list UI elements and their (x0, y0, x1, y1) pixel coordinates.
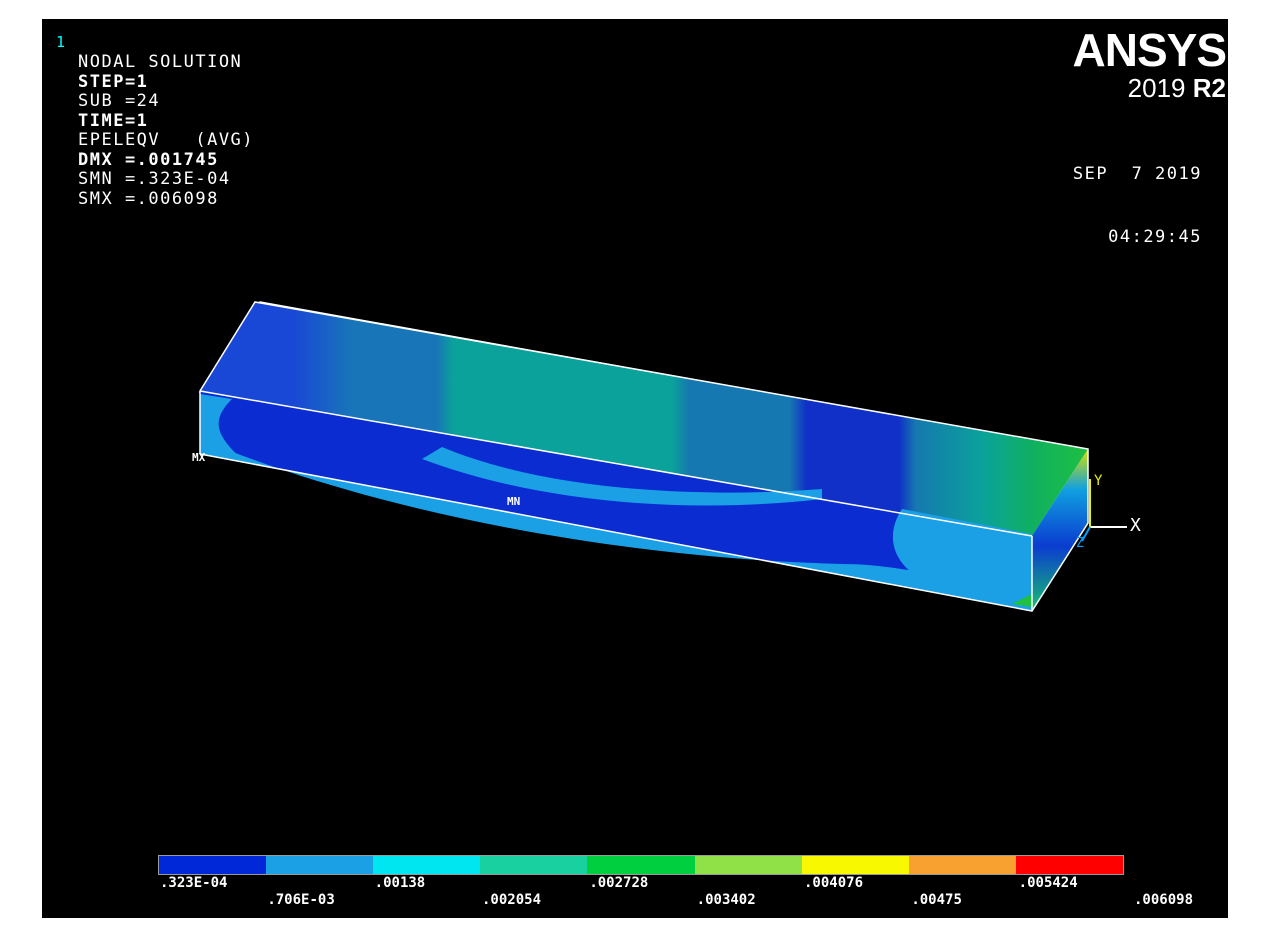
legend-value-label: .00475 (911, 892, 962, 908)
legend-color-swatch (159, 856, 267, 874)
legend-color-swatch (1015, 856, 1123, 874)
legend-value-label: .323E-04 (160, 875, 228, 891)
graphics-window[interactable]: 1 NODAL SOLUTION STEP=1 SUB =24 TIME=1 E… (40, 17, 1230, 920)
triad-y-label: Y (1094, 473, 1103, 489)
legend-value-label: .006098 (1134, 892, 1194, 908)
legend-value-label: .004076 (804, 875, 864, 891)
legend-value-label: .00138 (374, 875, 426, 891)
triad-x-label: X (1130, 515, 1141, 536)
legend-value-label: .003402 (696, 892, 756, 908)
legend-color-swatch (266, 856, 374, 874)
legend-value-label: .706E-03 (267, 892, 335, 908)
legend-value-label: .002728 (589, 875, 649, 891)
legend-color-swatch (694, 856, 802, 874)
legend-color-swatch (587, 856, 695, 874)
legend-value-label: .005424 (1018, 875, 1078, 891)
beam-contour-model[interactable]: MX MN X Y Z (42, 19, 1230, 920)
legend-color-swatch (373, 856, 481, 874)
legend-color-swatch (908, 856, 1016, 874)
triad-z-label: Z (1076, 536, 1084, 551)
min-marker-mid: MN (507, 495, 520, 508)
min-marker-left: MX (192, 451, 206, 464)
legend-value-label: .002054 (482, 892, 542, 908)
legend-color-swatch (801, 856, 909, 874)
contour-legend-bar (158, 855, 1124, 875)
legend-color-swatch (480, 856, 588, 874)
